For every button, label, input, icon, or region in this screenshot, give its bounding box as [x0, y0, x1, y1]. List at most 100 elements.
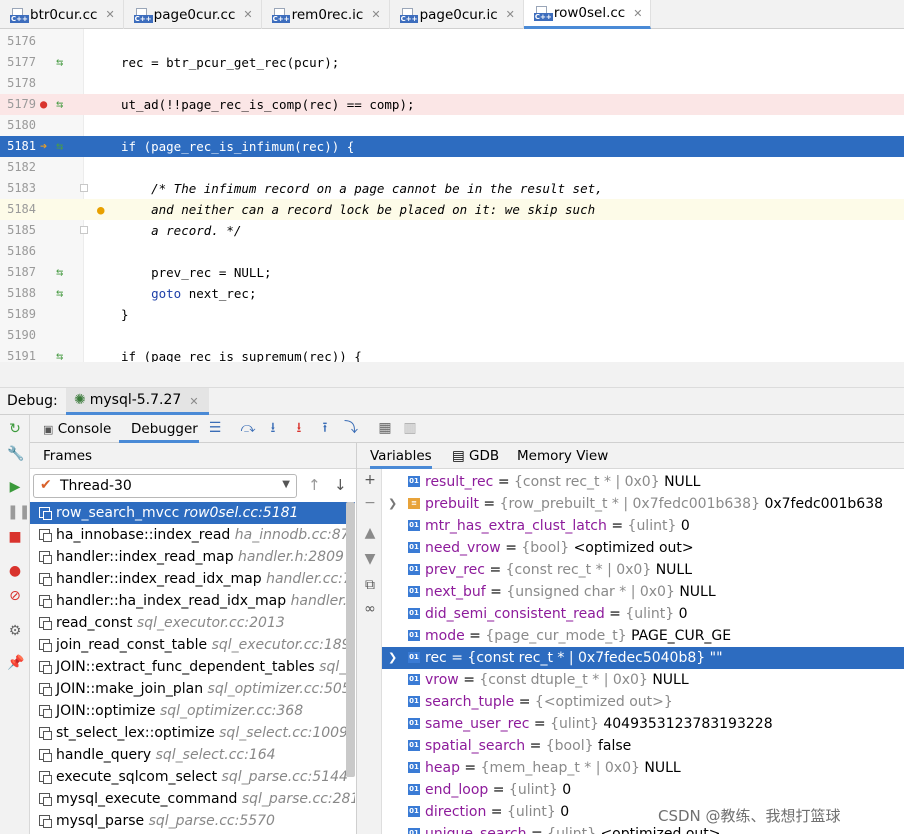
step-out-icon[interactable]: ⭱ [317, 420, 333, 436]
code-editor[interactable]: 5176 5177 ⇆ rec = btr_pcur_get_rec(pcur); 51… [0, 29, 904, 362]
rerun-icon[interactable]: ↻ [7, 421, 23, 437]
stop-icon[interactable]: ■ [7, 529, 23, 545]
code-line[interactable]: 5176 [0, 31, 904, 52]
remove-icon[interactable]: − [362, 495, 378, 511]
variable-row[interactable]: 01 search_tuple = {<optimized out>} [382, 691, 904, 713]
frame-row[interactable]: handle_query sql_select.cc:164 [30, 744, 355, 766]
frame-row[interactable]: JOIN::make_join_plan sql_optimizer.cc:50… [30, 678, 355, 700]
glasses-icon[interactable]: ∞ [362, 601, 378, 617]
thread-selector[interactable]: ✔ Thread-30 ▼ [33, 474, 297, 498]
code-line[interactable]: 5177 ⇆ rec = btr_pcur_get_rec(pcur); [0, 52, 904, 73]
code-line[interactable]: 5189} [0, 304, 904, 325]
move-down-icon[interactable]: ▼ [362, 551, 378, 567]
editor-tab[interactable]: C++ row0sel.cc ✕ [523, 0, 652, 29]
pin-icon[interactable]: 📌 [7, 655, 24, 671]
layout-menu-icon[interactable]: ☰ [207, 420, 223, 436]
step-over-icon[interactable]: ⤼ [240, 420, 256, 436]
tab-debugger[interactable]: Debugger [119, 415, 199, 443]
code-line[interactable]: 5190 [0, 325, 904, 346]
code-line[interactable]: 5179 ⇆ ● ut_ad(!!page_rec_is_comp(rec) == c… [0, 94, 904, 115]
code-line[interactable]: 5191 ⇆ if (page_rec_is_supremum(rec)) { [0, 346, 904, 362]
run-to-cursor-icon[interactable]: ⤵ [343, 420, 359, 436]
frames-scrollbar[interactable] [346, 502, 355, 777]
variable-row[interactable]: 01 result_rec = {const rec_t * | 0x0} NUL… [382, 471, 904, 493]
evaluate-table-icon[interactable]: ▦ [377, 420, 393, 436]
code-line[interactable]: 5186 [0, 241, 904, 262]
close-icon[interactable]: ✕ [105, 8, 114, 21]
frame-row[interactable]: handler::index_read_idx_map handler.cc:7… [30, 568, 355, 590]
editor-tab[interactable]: C++ rem0rec.ic ✕ [262, 0, 390, 29]
breakpoint-icon[interactable]: ● [40, 94, 47, 115]
variable-row[interactable]: 01 spatial_search = {bool} false [382, 735, 904, 757]
frame-row[interactable]: join_read_const_table sql_executor.cc:18… [30, 634, 355, 656]
variable-row[interactable]: 01 end_loop = {ulint} 0 [382, 779, 904, 801]
frame-row[interactable]: JOIN::optimize sql_optimizer.cc:368 [30, 700, 355, 722]
frame-row[interactable]: JOIN::extract_func_dependent_tables sql_… [30, 656, 355, 678]
frame-row[interactable]: execute_sqlcom_select sql_parse.cc:5144 [30, 766, 355, 788]
expand-chevron-icon[interactable]: ❯ [388, 647, 397, 669]
variable-row[interactable]: 01 prev_rec = {const rec_t * | 0x0} NULL [382, 559, 904, 581]
frame-row[interactable]: handler::index_read_map handler.h:2809 [30, 546, 355, 568]
arrow-down-icon[interactable]: ↓ [334, 476, 347, 494]
code-line[interactable]: 5184 ● and neither can a record lock be p… [0, 199, 904, 220]
code-line[interactable]: 5187 ⇆ prev_rec = NULL; [0, 262, 904, 283]
move-up-icon[interactable]: ▲ [362, 525, 378, 541]
variable-row[interactable]: 01 next_buf = {unsigned char * | 0x0} NUL… [382, 581, 904, 603]
tab-gdb[interactable]: GDB [469, 448, 499, 464]
frame-row[interactable]: handler::ha_index_read_idx_map handler.c… [30, 590, 355, 612]
code-line[interactable]: 5180 [0, 115, 904, 136]
frame-row[interactable]: mysql_execute_command sql_parse.cc:2816 [30, 788, 355, 810]
code-line[interactable]: 5178 [0, 73, 904, 94]
editor-tab[interactable]: C++ page0cur.cc ✕ [124, 0, 262, 29]
frame-row[interactable]: row_search_mvcc row0sel.cc:5181 [30, 502, 355, 524]
frame-row[interactable]: mysql_parse sql_parse.cc:5570 [30, 810, 355, 832]
wrench-icon[interactable]: 🔧 [7, 446, 24, 462]
editor-tab[interactable]: C++ page0cur.ic ✕ [390, 0, 524, 29]
variable-row[interactable]: 01 need_vrow = {bool} <optimized out> [382, 537, 904, 559]
frame-row[interactable]: read_const sql_executor.cc:2013 [30, 612, 355, 634]
code-line[interactable]: 5188 ⇆ goto next_rec; [0, 283, 904, 304]
variable-row[interactable]: 01 did_semi_consistent_read = {ulint} 0 [382, 603, 904, 625]
variable-row[interactable]: ❯ 01 rec = {const rec_t * | 0x7fedec5040b8… [382, 647, 904, 669]
frame-row[interactable]: ha_innobase::index_read ha_innodb.cc:874… [30, 524, 355, 546]
code-line[interactable]: 5185 a record. */ [0, 220, 904, 241]
variable-row[interactable]: 01 heap = {mem_heap_t * | 0x0} NULL [382, 757, 904, 779]
restore-layout-icon[interactable]: ▥ [402, 420, 418, 436]
frame-row[interactable]: st_select_lex::optimize sql_select.cc:10… [30, 722, 355, 744]
fold-marker[interactable] [80, 184, 88, 192]
code-line[interactable]: 5181 ⇆ ➔ if (page_rec_is_infimum(rec)) { [0, 136, 904, 157]
tab-variables[interactable]: Variables [370, 448, 432, 469]
arrow-up-icon[interactable]: ↑ [308, 476, 321, 494]
variable-row[interactable]: ❯ ≡ prebuilt = {row_prebuilt_t * | 0x7fedc… [382, 493, 904, 515]
close-icon[interactable]: ✕ [371, 8, 380, 21]
settings-gear-icon[interactable]: ⚙ [7, 623, 23, 639]
variable-row[interactable]: 01 mode = {page_cur_mode_t} PAGE_CUR_GE [382, 625, 904, 647]
add-watch-icon[interactable]: + [362, 472, 378, 488]
variable-row[interactable]: 01 mtr_has_extra_clust_latch = {ulint} 0 [382, 515, 904, 537]
expand-chevron-icon[interactable]: ❯ [388, 493, 397, 515]
view-breakpoints-icon[interactable]: ● [7, 563, 23, 579]
close-icon[interactable]: ✕ [189, 395, 198, 408]
editor-tab[interactable]: C++ btr0cur.cc ✕ [0, 0, 124, 29]
fold-marker[interactable] [80, 226, 88, 234]
variable-row[interactable]: 01 vrow = {const dtuple_t * | 0x0} NULL [382, 669, 904, 691]
tab-memory-view[interactable]: Memory View [517, 448, 608, 464]
force-step-into-icon[interactable]: ⭳ [291, 420, 307, 436]
tab-console[interactable]: ▣ Console [43, 415, 123, 443]
code-line[interactable]: 5182 [0, 157, 904, 178]
variable-type: {bool} [545, 738, 594, 754]
close-icon[interactable]: ✕ [506, 8, 515, 21]
mute-breakpoints-icon[interactable]: ⊘ [7, 588, 23, 604]
frame-location: sql_select.cc:164 [155, 747, 276, 763]
copy-icon[interactable]: ⧉ [362, 577, 378, 593]
code-line[interactable]: 5183 /* The infimum record on a page can… [0, 178, 904, 199]
variable-type: {const dtuple_t * | 0x0} [479, 672, 648, 688]
debug-session-tab[interactable]: ✺ mysql-5.7.27 ✕ [66, 388, 209, 415]
variable-row[interactable]: 01 same_user_rec = {ulint} 40493531237831… [382, 713, 904, 735]
close-icon[interactable]: ✕ [633, 7, 642, 20]
resume-icon[interactable]: ▶ [7, 479, 23, 495]
close-icon[interactable]: ✕ [243, 8, 252, 21]
step-into-icon[interactable]: ⭳ [265, 420, 281, 436]
lightbulb-icon[interactable]: ● [97, 199, 105, 220]
pause-icon[interactable]: ❚❚ [7, 504, 30, 520]
